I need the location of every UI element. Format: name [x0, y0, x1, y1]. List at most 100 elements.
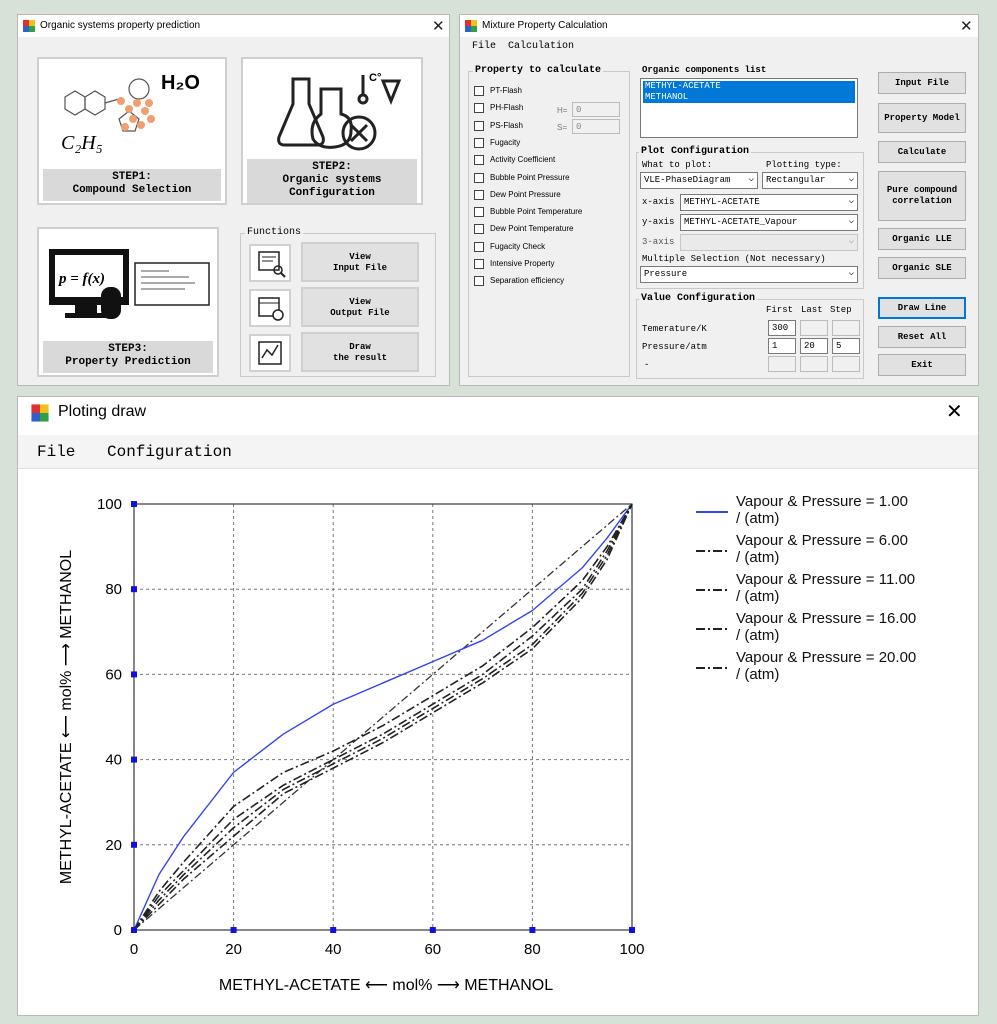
organic-sle-button[interactable]: Organic SLE — [878, 257, 966, 279]
y-tick-label: 100 — [97, 496, 122, 513]
checkbox[interactable] — [474, 241, 484, 252]
menu-calculation[interactable]: Calculation — [508, 41, 574, 52]
molecule-illustration: H₂O C₂H₅ — [61, 72, 200, 154]
multiple-selection-value: Pressure — [644, 269, 688, 279]
temperature-last-input[interactable] — [800, 320, 828, 336]
what-to-plot-value: VLE-PhaseDiagram — [644, 175, 731, 185]
checkbox[interactable] — [474, 259, 484, 269]
menu-file[interactable]: File — [37, 443, 75, 461]
pressure-last-input[interactable]: 20 — [800, 338, 828, 354]
property-model-button[interactable]: Property Model — [878, 103, 966, 133]
col-first-label: First — [766, 305, 794, 315]
what-to-plot-select[interactable]: VLE-PhaseDiagram ⌵ — [640, 172, 758, 189]
property-checkbox-row[interactable]: Dew Point Temperature — [474, 224, 573, 238]
close-icon[interactable]: ✕ — [432, 17, 445, 35]
multiple-selection-select[interactable]: Pressure ⌵ — [640, 266, 858, 283]
what-to-plot-label: What to plot: — [642, 160, 713, 170]
property-label: Dew Point Temperature — [490, 224, 574, 234]
y-tick-label: 0 — [114, 922, 122, 939]
temperature-step-input[interactable] — [832, 320, 860, 336]
step3-line1: STEP3: — [108, 343, 148, 355]
step1-tile[interactable]: H₂O C₂H₅ STEP1: Compound Selection — [37, 57, 227, 205]
x-tick-marker — [330, 927, 337, 933]
legend-label-line: Vapour & Pressure = 1.00 — [736, 493, 908, 510]
checkbox[interactable] — [474, 137, 484, 148]
step3-tile[interactable]: p = f(x) STEP3: Property Prediction — [37, 227, 219, 377]
x-axis-label: x-axis — [642, 197, 675, 207]
legend-label-line: Vapour & Pressure = 11.00 — [736, 571, 916, 588]
property-checkbox-row[interactable]: PT-Flash — [474, 86, 522, 100]
pure-compound-correlation-button[interactable]: Pure compound correlation — [878, 171, 966, 221]
view-input-file-button[interactable]: View Input File — [301, 242, 419, 282]
calculate-button[interactable]: Calculate — [878, 141, 966, 163]
property-checkbox-row[interactable]: Dew Point Pressure — [474, 189, 561, 204]
checkbox[interactable] — [474, 172, 484, 183]
checkbox[interactable] — [474, 103, 484, 114]
legend-entry: Vapour & Pressure = 16.00/ (atm) — [694, 610, 974, 648]
property-label: Intensive Property — [490, 259, 555, 269]
property-checkbox-row[interactable]: Intensive Property — [474, 259, 554, 273]
pressure-step-input[interactable]: 5 — [832, 338, 860, 354]
exit-button[interactable]: Exit — [878, 354, 966, 376]
plot-window: Ploting draw ✕ File Configuration 0 20 40 6… — [17, 396, 979, 1016]
checkbox[interactable] — [474, 120, 484, 131]
property-checkbox-row[interactable]: Activity Coefficient — [474, 155, 555, 169]
legend-label-line: / (atm) — [736, 549, 780, 566]
legend: Vapour & Pressure = 1.00 / (atm) Vapour & … — [694, 493, 974, 693]
property-checkbox-row[interactable]: Bubble Point Temperature — [474, 207, 582, 221]
property-checkbox-row[interactable]: Fugacity — [474, 137, 520, 152]
third-last-input[interactable] — [800, 356, 828, 372]
view-output-file-button[interactable]: View Output File — [301, 287, 419, 327]
draw-result-icon[interactable] — [249, 334, 291, 372]
reset-all-button[interactable]: Reset All — [878, 326, 966, 348]
components-listbox[interactable]: METHYL-ACETATE METHANOL — [640, 78, 858, 138]
organic-lle-button[interactable]: Organic LLE — [878, 228, 966, 250]
step1-caption: STEP1: Compound Selection — [43, 169, 221, 201]
h-input[interactable]: 0 — [572, 102, 620, 117]
y-tick-marker — [131, 501, 137, 507]
plotting-type-label: Plotting type: — [766, 160, 842, 170]
s-input[interactable]: 0 — [572, 119, 620, 134]
property-label: Fugacity Check — [490, 241, 546, 251]
third-first-input[interactable] — [768, 356, 796, 372]
third-step-input[interactable] — [832, 356, 860, 372]
view-output-icon[interactable] — [249, 289, 291, 327]
property-checkbox-row[interactable]: PS-Flash — [474, 120, 523, 135]
view-input-icon[interactable] — [249, 244, 291, 282]
component-item[interactable]: METHYL-ACETATE METHANOL — [643, 81, 855, 103]
x-tick-label: 60 — [424, 941, 441, 958]
property-checkbox-row[interactable]: Fugacity Check — [474, 241, 546, 256]
checkbox[interactable] — [474, 155, 484, 166]
y-axis-select[interactable]: METHYL-ACETATE_Vapour ⌵ — [680, 214, 858, 231]
checkbox[interactable] — [474, 207, 484, 218]
close-icon[interactable]: ✕ — [960, 17, 973, 35]
mixture-window-title: Mixture Property Calculation — [482, 20, 608, 31]
plot-window-title: Ploting draw — [58, 403, 147, 420]
z-axis-select[interactable]: ⌵ — [680, 234, 858, 251]
property-checkbox-row[interactable]: PH-Flash — [474, 103, 523, 117]
y-tick-marker — [131, 586, 137, 593]
input-file-button[interactable]: Input File — [878, 72, 966, 94]
pressure-first-input[interactable]: 1 — [768, 338, 796, 354]
checkbox[interactable] — [474, 189, 484, 200]
property-checkbox-row[interactable]: Separation efficiency — [474, 276, 564, 290]
draw-line-button[interactable]: Draw Line — [878, 297, 966, 319]
menu-file[interactable]: File — [472, 41, 496, 52]
document-search-icon — [258, 251, 286, 278]
checkbox[interactable] — [474, 86, 484, 96]
property-checkbox-row[interactable]: Bubble Point Pressure — [474, 172, 570, 187]
step2-tile[interactable]: C° STEP2: Organic systems Configuration — [241, 57, 423, 205]
x-tick-label: 20 — [225, 941, 242, 958]
close-icon[interactable]: ✕ — [946, 399, 963, 424]
menu-configuration[interactable]: Configuration — [107, 443, 232, 461]
temperature-first-input[interactable]: 300 — [768, 320, 796, 336]
checkbox[interactable] — [474, 276, 484, 287]
checkbox[interactable] — [474, 224, 484, 235]
x-tick-label: 0 — [130, 941, 138, 958]
step2-line2: Organic systems — [282, 174, 382, 186]
y-tick-marker — [131, 756, 137, 763]
plot-menu-bar: File Configuration — [18, 435, 978, 469]
x-axis-select[interactable]: METHYL-ACETATE ⌵ — [680, 194, 858, 211]
plotting-type-select[interactable]: Rectangular ⌵ — [762, 172, 858, 189]
draw-result-button[interactable]: Draw the result — [301, 332, 419, 372]
